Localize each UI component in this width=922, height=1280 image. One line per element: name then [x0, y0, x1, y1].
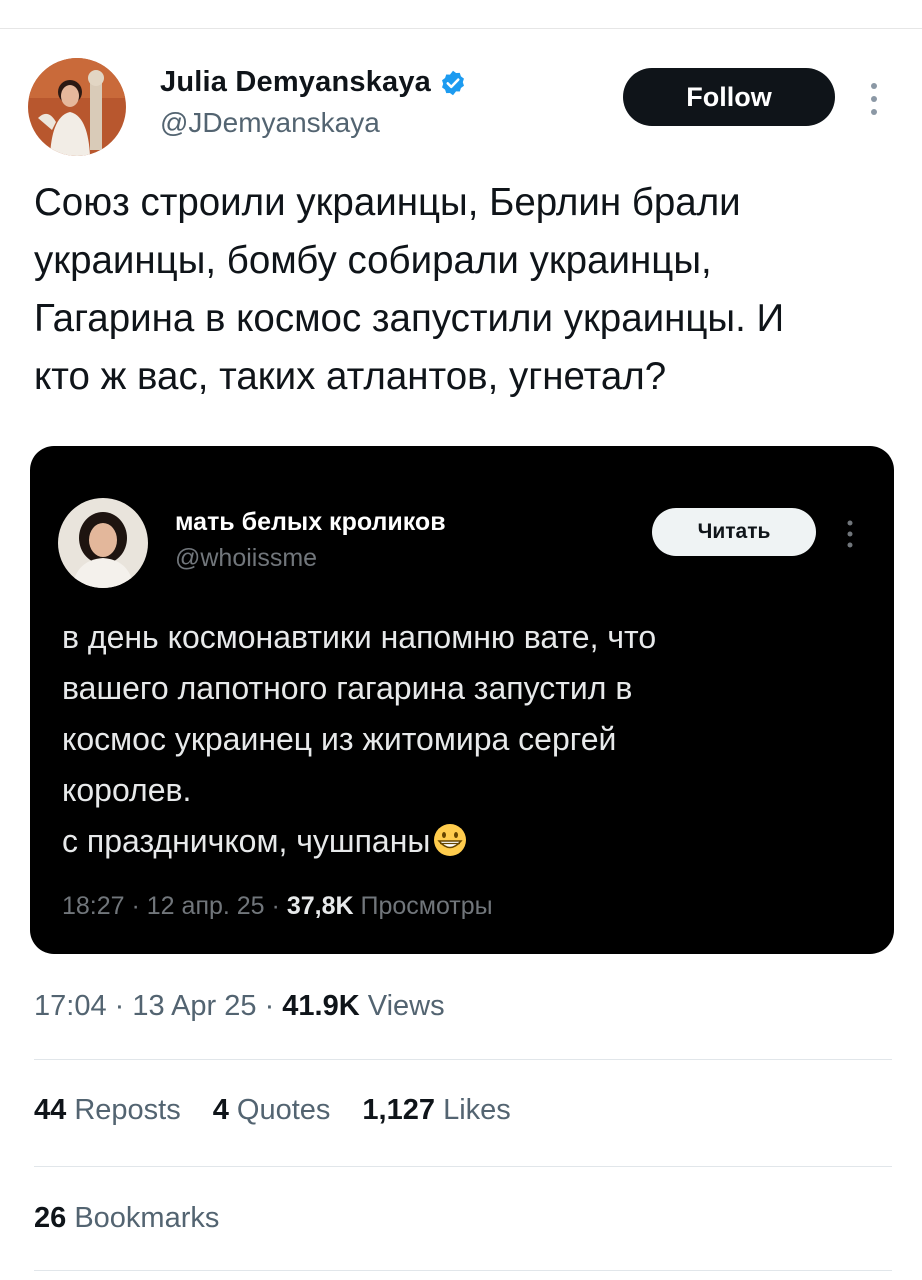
embedded-views-count: 37,8K — [286, 892, 354, 920]
bookmarks-label: Bookmarks — [74, 1202, 220, 1234]
embedded-text-line: вашего лапотного гагарина запустил в — [62, 670, 633, 706]
engagement-stats: 44 Reposts 4 Quotes 1,127 Likes — [34, 1094, 511, 1127]
quotes-stat[interactable]: 4 Quotes — [213, 1094, 331, 1127]
divider — [34, 1166, 892, 1167]
quotes-label: Quotes — [236, 1094, 331, 1126]
reposts-label: Reposts — [74, 1094, 181, 1126]
author-handle[interactable]: @JDemyanskaya — [160, 107, 380, 139]
likes-label: Likes — [443, 1094, 511, 1126]
tweet-time[interactable]: 17:04 — [34, 990, 107, 1022]
reposts-stat[interactable]: 44 Reposts — [34, 1094, 181, 1127]
author-name[interactable]: Julia Demyanskaya — [160, 66, 431, 99]
verified-badge-icon — [439, 69, 467, 97]
author-avatar[interactable] — [28, 58, 126, 156]
likes-stat[interactable]: 1,127 Likes — [362, 1094, 510, 1127]
embedded-screenshot: мать белых кроликов @whoiissme Читать в … — [30, 446, 894, 954]
tweet-date[interactable]: 13 Apr 25 — [132, 990, 256, 1022]
embedded-views-label: Просмотры — [360, 892, 493, 920]
embedded-more-icon — [842, 518, 858, 550]
tweet-meta: 17:04 · 13 Apr 25 · 41.9K Views — [34, 990, 445, 1022]
reposts-count: 44 — [34, 1094, 67, 1126]
tweet-text: Союз строили украинцы, Берлин брали укра… — [34, 181, 785, 398]
embedded-avatar — [58, 498, 148, 588]
embedded-time: 18:27 — [62, 892, 125, 920]
bookmarks-count: 26 — [34, 1202, 67, 1234]
embedded-text-line-last: с праздничком, чушпаны — [62, 816, 872, 867]
tweet-views-count: 41.9K — [282, 990, 360, 1022]
divider — [34, 1270, 892, 1271]
follow-button[interactable]: Follow — [623, 68, 835, 126]
author-name-row: Julia Demyanskaya — [160, 66, 467, 99]
grinning-face-emoji-icon — [432, 822, 468, 858]
embedded-date: 12 апр. 25 — [146, 892, 265, 920]
embedded-meta: 18:27 · 12 апр. 25 · 37,8K Просмотры — [62, 892, 493, 920]
embedded-author-name: мать белых кроликов — [175, 508, 446, 536]
more-options-icon[interactable] — [862, 80, 886, 118]
bookmarks-stat[interactable]: 26 Bookmarks — [34, 1202, 219, 1235]
quotes-count: 4 — [212, 1094, 229, 1126]
top-divider — [0, 28, 922, 29]
embedded-text-line: королев. — [62, 772, 192, 808]
tweet-views-label: Views — [367, 990, 445, 1022]
divider — [34, 1059, 892, 1060]
embedded-text-line: с праздничком, чушпаны — [62, 823, 431, 859]
embedded-text-line: в день космонавтики напомню вате, что — [62, 619, 657, 655]
embedded-read-button: Читать — [652, 508, 816, 556]
embedded-text-line: космос украинец из житомира сергей — [62, 721, 617, 757]
likes-count: 1,127 — [362, 1094, 435, 1126]
embedded-tweet-text: в день космонавтики напомню вате, что ва… — [62, 612, 872, 867]
embedded-author-handle: @whoiissme — [175, 544, 318, 572]
